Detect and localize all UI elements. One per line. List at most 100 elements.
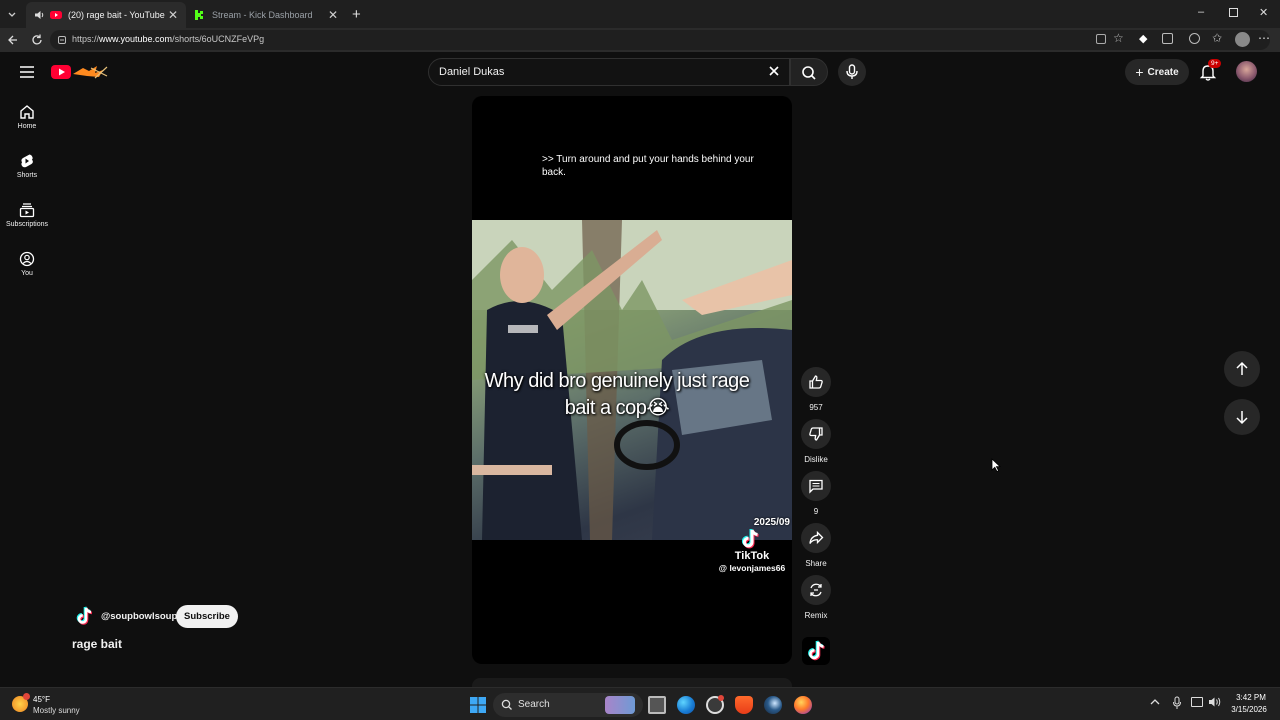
- clear-search-icon[interactable]: [768, 65, 780, 77]
- taskbar-date[interactable]: 3/15/2026: [1226, 705, 1272, 714]
- taskbar-time[interactable]: 3:42 PM: [1230, 693, 1272, 702]
- tiktok-icon: [76, 606, 93, 625]
- edge-browser-icon[interactable]: [677, 696, 695, 714]
- sidebar-item-shorts[interactable]: Shorts: [0, 153, 54, 193]
- youtube-icon: [50, 10, 62, 20]
- dislike-button[interactable]: Dislike: [801, 419, 831, 464]
- back-button[interactable]: [6, 33, 20, 47]
- arrow-up-icon: [1236, 361, 1248, 375]
- address-bar: https://www.youtube.com/shorts/6oUCNZFeV…: [0, 28, 1280, 52]
- notifications-button[interactable]: 9+: [1199, 59, 1222, 81]
- tab-kick-dashboard[interactable]: Stream - Kick Dashboard ✕: [186, 2, 346, 28]
- menu-icon: [20, 66, 34, 78]
- sound-source-avatar[interactable]: [802, 637, 830, 665]
- like-button[interactable]: 957: [801, 367, 831, 412]
- share-icon: [809, 530, 824, 545]
- video-overlay-text: Why did bro genuinely just rage bait a c…: [484, 370, 750, 419]
- remix-label: Remix: [804, 611, 828, 620]
- firefox-icon[interactable]: [794, 696, 812, 714]
- sidebar-item-home[interactable]: Home: [0, 104, 54, 144]
- favorite-star-icon[interactable]: ☆: [1113, 31, 1124, 45]
- search-query-text: Daniel Dukas: [439, 66, 505, 78]
- search-icon: [802, 66, 816, 80]
- sidebar-item-label: Subscriptions: [5, 221, 49, 228]
- url-text: https://www.youtube.com/shorts/6oUCNZFeV…: [72, 34, 265, 44]
- brave-browser-icon[interactable]: [735, 696, 753, 714]
- new-tab-button[interactable]: +: [352, 6, 361, 23]
- youtube-doodle-logo-icon: [51, 65, 108, 79]
- next-short-preview[interactable]: [472, 678, 792, 687]
- show-hidden-icons-chevron-icon[interactable]: [1150, 697, 1160, 707]
- browser-essentials-icon[interactable]: [1189, 33, 1200, 44]
- channel-handle-link[interactable]: @soupbowlsoup: [101, 611, 177, 622]
- tab-title: (20) rage bait - YouTube: [68, 10, 165, 20]
- favorites-bar-icon[interactable]: ✩: [1212, 31, 1222, 45]
- weather-desc: Mostly sunny: [33, 706, 80, 715]
- microphone-icon: [846, 64, 858, 79]
- extensions-puzzle-icon[interactable]: [1162, 33, 1173, 44]
- hamburger-menu-button[interactable]: [19, 65, 35, 79]
- youtube-logo[interactable]: [51, 64, 111, 80]
- subscriptions-icon: [19, 203, 35, 218]
- tiktok-icon: [808, 640, 825, 661]
- weather-widget[interactable]: 45°F Mostly sunny: [12, 693, 102, 717]
- app-available-icon[interactable]: [1096, 34, 1106, 44]
- microphone-tray-icon[interactable]: [1172, 696, 1182, 710]
- profile-avatar-icon[interactable]: [1235, 32, 1250, 47]
- close-tab-icon[interactable]: ✕: [328, 8, 338, 22]
- short-video-player[interactable]: >> Turn around and put your hands behind…: [472, 96, 792, 664]
- create-button[interactable]: + Create: [1125, 59, 1189, 85]
- tab-list-dropdown-button[interactable]: [5, 7, 19, 21]
- taskbar-search-box[interactable]: Search: [493, 693, 643, 717]
- previous-short-button[interactable]: [1224, 351, 1260, 387]
- arrow-left-icon: [8, 35, 17, 45]
- close-tab-icon[interactable]: ✕: [168, 8, 178, 22]
- subscribe-button[interactable]: Subscribe: [176, 605, 238, 628]
- speaker-icon[interactable]: [34, 10, 45, 20]
- channel-avatar[interactable]: [72, 604, 96, 628]
- search-icon: [501, 699, 512, 710]
- voice-search-button[interactable]: [838, 58, 866, 86]
- sidebar-item-label: Home: [17, 123, 37, 130]
- close-window-button[interactable]: ✕: [1259, 6, 1268, 19]
- search-button[interactable]: [790, 58, 828, 86]
- share-button[interactable]: Share: [801, 523, 831, 568]
- comments-button[interactable]: 9: [801, 471, 831, 516]
- home-icon: [20, 105, 34, 119]
- youtube-header: Daniel Dukas + Create 9+: [0, 52, 1280, 92]
- next-short-button[interactable]: [1224, 399, 1260, 435]
- notification-count-badge: 9+: [1208, 59, 1222, 68]
- tab-youtube[interactable]: (20) rage bait - YouTube ✕: [26, 2, 186, 28]
- start-button[interactable]: [469, 696, 487, 714]
- sidebar-item-subscriptions[interactable]: Subscriptions: [0, 202, 54, 242]
- site-info-icon[interactable]: [57, 35, 67, 45]
- create-label: Create: [1147, 66, 1179, 78]
- search-input[interactable]: Daniel Dukas: [428, 58, 790, 86]
- more-menu-icon[interactable]: ⋯: [1258, 31, 1270, 45]
- sidebar-item-label: Shorts: [16, 172, 38, 179]
- reload-button[interactable]: [30, 33, 44, 47]
- share-label: Share: [805, 559, 827, 568]
- weather-alert-badge-icon: [23, 693, 30, 700]
- video-frame: Why did bro genuinely just rage bait a c…: [472, 220, 792, 540]
- search-highlight-icon: [605, 696, 635, 714]
- short-title: rage bait: [72, 637, 123, 651]
- sidebar-item-you[interactable]: You: [0, 251, 54, 291]
- network-icon[interactable]: [1191, 697, 1203, 707]
- avatar[interactable]: [1236, 61, 1257, 82]
- you-icon: [19, 251, 35, 267]
- url-field[interactable]: https://www.youtube.com/shorts/6oUCNZFeV…: [50, 30, 1270, 50]
- task-view-icon[interactable]: [648, 696, 666, 714]
- extension-diamond-icon[interactable]: ◆: [1139, 32, 1147, 45]
- restore-button[interactable]: [1229, 8, 1238, 17]
- volume-icon[interactable]: [1208, 696, 1222, 708]
- comment-count: 9: [813, 507, 819, 516]
- video-date-stamp: 2025/09: [753, 517, 790, 528]
- weather-temp: 45°F: [33, 695, 50, 704]
- minimize-button[interactable]: –: [1198, 6, 1204, 18]
- steam-icon[interactable]: [764, 696, 782, 714]
- tab-title: Stream - Kick Dashboard: [212, 10, 313, 20]
- plus-icon: +: [1135, 64, 1144, 80]
- tiktok-brand-text: TikTok: [734, 550, 770, 562]
- remix-button[interactable]: Remix: [801, 575, 831, 620]
